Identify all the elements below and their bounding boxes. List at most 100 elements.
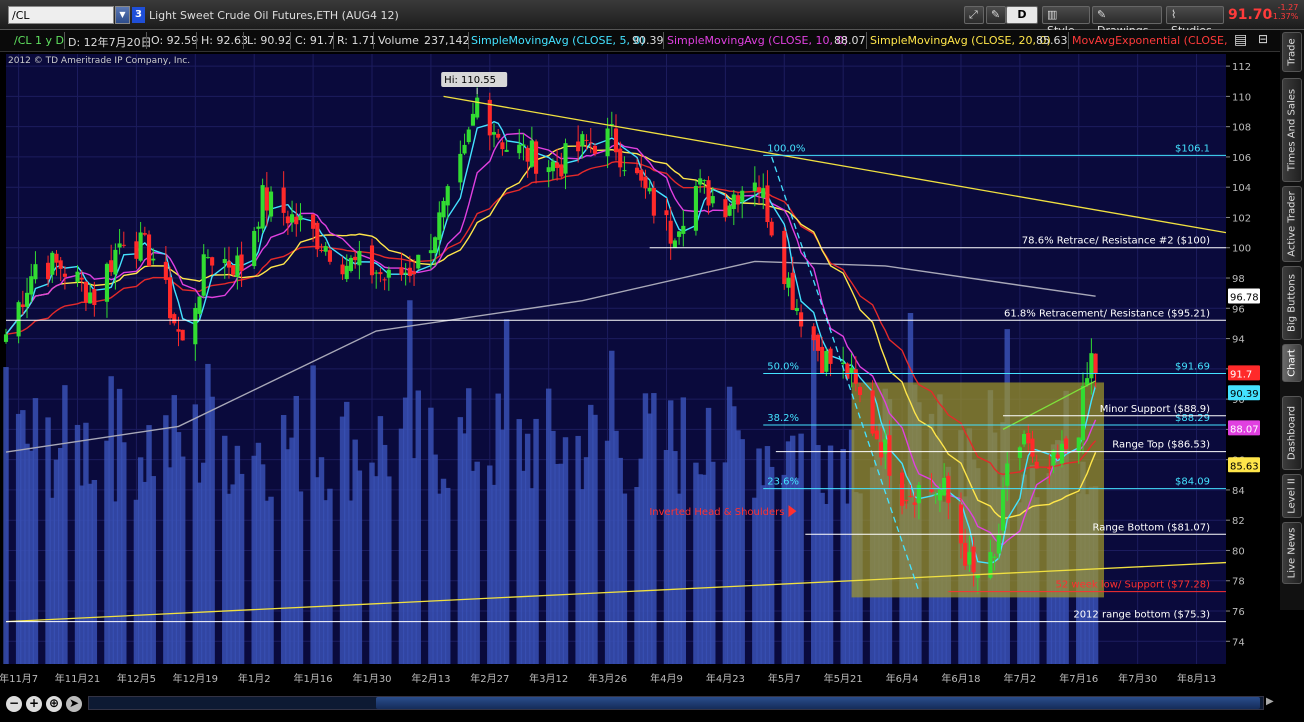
candle-body <box>491 132 497 135</box>
candle-body <box>765 185 770 223</box>
candle-body <box>756 187 762 193</box>
candle-body <box>710 196 715 204</box>
header-menu-icon[interactable]: ▤ <box>1234 32 1247 48</box>
volume-bar <box>32 398 39 664</box>
x-tick-label: 年1月30 <box>352 672 391 685</box>
x-tick-label: 年11月7 <box>0 672 38 685</box>
symbol-input[interactable] <box>8 6 114 24</box>
volume-bar <box>238 473 245 664</box>
x-tick-label: 年5月21 <box>824 672 863 685</box>
sma10-value: 88.07 <box>834 34 866 47</box>
y-tick-label: 96 <box>1232 304 1245 315</box>
candle-body <box>138 232 143 261</box>
y-tick-label: 98 <box>1232 274 1245 285</box>
candle-body <box>1026 433 1031 444</box>
volume-bar <box>474 461 480 664</box>
scroll-right-icon[interactable]: ▶ <box>1266 696 1274 707</box>
candle-body <box>824 350 829 372</box>
candle-body <box>735 195 741 205</box>
scrollbar-thumb[interactable] <box>376 697 1260 709</box>
y-tick-label: 102 <box>1232 213 1251 224</box>
candle-body <box>62 273 67 277</box>
x-tick-label: 年8月13 <box>1177 672 1216 685</box>
zoom-in-button[interactable]: + <box>26 696 42 712</box>
candle-body <box>437 212 442 240</box>
link-group-badge[interactable]: 3 <box>132 7 145 23</box>
candle-body <box>706 180 711 206</box>
candle-body <box>580 134 585 147</box>
candle-body <box>517 144 522 154</box>
candle-body <box>790 272 795 310</box>
style-button[interactable]: ▥ Style <box>1042 6 1090 37</box>
candle-body <box>992 556 997 558</box>
chart-area[interactable]: 2012 © TD Ameritrade IP Company, Inc. 10… <box>0 52 1280 720</box>
sma10-label[interactable]: SimpleMovingAvg (CLOSE, 10, 0) <box>667 34 848 47</box>
candle-body <box>693 185 698 231</box>
tab-live-news[interactable]: Live News <box>1282 522 1302 584</box>
studies-button[interactable]: ⌇ Studies <box>1166 6 1224 37</box>
candle-body <box>235 255 240 277</box>
candle-body <box>142 233 147 235</box>
drawing-tool-button[interactable]: ✎ <box>986 6 1006 24</box>
symbol-description: Light Sweet Crude Oil Futures,ETH (AUG4 … <box>149 9 399 22</box>
minus-icon: − <box>8 696 20 710</box>
candle-body <box>1022 434 1027 445</box>
symbol-dropdown-button[interactable]: ▼ <box>115 6 130 24</box>
net-change-value: -1.27 <box>1277 3 1299 12</box>
tab-level-ii[interactable]: Level II <box>1282 474 1302 518</box>
pencil-icon: ✎ <box>991 8 1001 21</box>
volume-bar <box>621 493 628 664</box>
pan-button[interactable]: ➤ <box>66 696 82 712</box>
tab-big-buttons[interactable]: Big Buttons <box>1282 266 1302 340</box>
high-marker-label: Hi: 110.55 <box>444 75 496 86</box>
candle-body <box>428 250 433 254</box>
tab-chart[interactable]: Chart <box>1282 344 1302 382</box>
tab-trade[interactable]: Trade <box>1282 32 1302 72</box>
candle-body <box>534 141 539 174</box>
collapse-icon[interactable]: ⊟ <box>1258 32 1268 46</box>
candle-body <box>475 97 480 118</box>
candle-body <box>151 258 156 261</box>
candle-body <box>79 277 84 280</box>
y-tick-label: 78 <box>1232 577 1245 588</box>
price-chart[interactable]: 100.0% $106.150.0% $91.6938.2% $88.2923.6% $… <box>0 52 1280 690</box>
candle-body <box>576 141 581 152</box>
candle-body <box>357 250 362 266</box>
candle-body <box>348 257 354 272</box>
tab-dashboard[interactable]: Dashboard <box>1282 396 1302 470</box>
volume-bar <box>710 461 716 664</box>
zoom-fit-button[interactable]: ⊕ <box>46 696 62 712</box>
ema-label[interactable]: MovAvgExponential (CLOSE, ... <box>1072 34 1228 47</box>
tab-times-and-sales[interactable]: Times And Sales <box>1282 78 1302 182</box>
price-tag-label: 85.63 <box>1230 461 1259 472</box>
candle-body <box>46 262 51 280</box>
candle-body <box>54 253 59 263</box>
x-tick-label: 年3月12 <box>529 672 568 685</box>
y-tick-label: 106 <box>1232 153 1251 164</box>
candle-body <box>521 144 526 146</box>
candle-body <box>937 489 942 501</box>
volume-bar <box>445 487 451 664</box>
zoom-out-button[interactable]: − <box>6 696 22 712</box>
drawings-button[interactable]: ✎ Drawings <box>1092 6 1162 37</box>
candle-body <box>555 162 560 168</box>
timeframe-button[interactable]: D <box>1006 6 1038 24</box>
volume-bar <box>415 390 421 664</box>
candle-body <box>664 210 669 216</box>
tab-active-trader[interactable]: Active Trader <box>1282 186 1302 262</box>
symbol-period[interactable]: /CL 1 y D <box>14 34 64 47</box>
candle-body <box>353 256 358 261</box>
candle-body <box>176 329 181 332</box>
candle-body <box>75 271 80 283</box>
candle-body <box>256 226 261 229</box>
sma20-label[interactable]: SimpleMovingAvg (CLOSE, 20, 0) <box>870 34 1051 47</box>
candle-body <box>323 246 328 252</box>
expand-button[interactable]: ⤢ <box>964 6 984 24</box>
candle-body <box>1059 443 1064 464</box>
candle-body <box>563 143 568 174</box>
sma5-label[interactable]: SimpleMovingAvg (CLOSE, 5, 0) <box>471 34 645 47</box>
candle-body <box>946 475 951 503</box>
y-tick-label: 80 <box>1232 546 1245 557</box>
candle-body <box>466 129 471 143</box>
candle-body <box>252 230 257 267</box>
